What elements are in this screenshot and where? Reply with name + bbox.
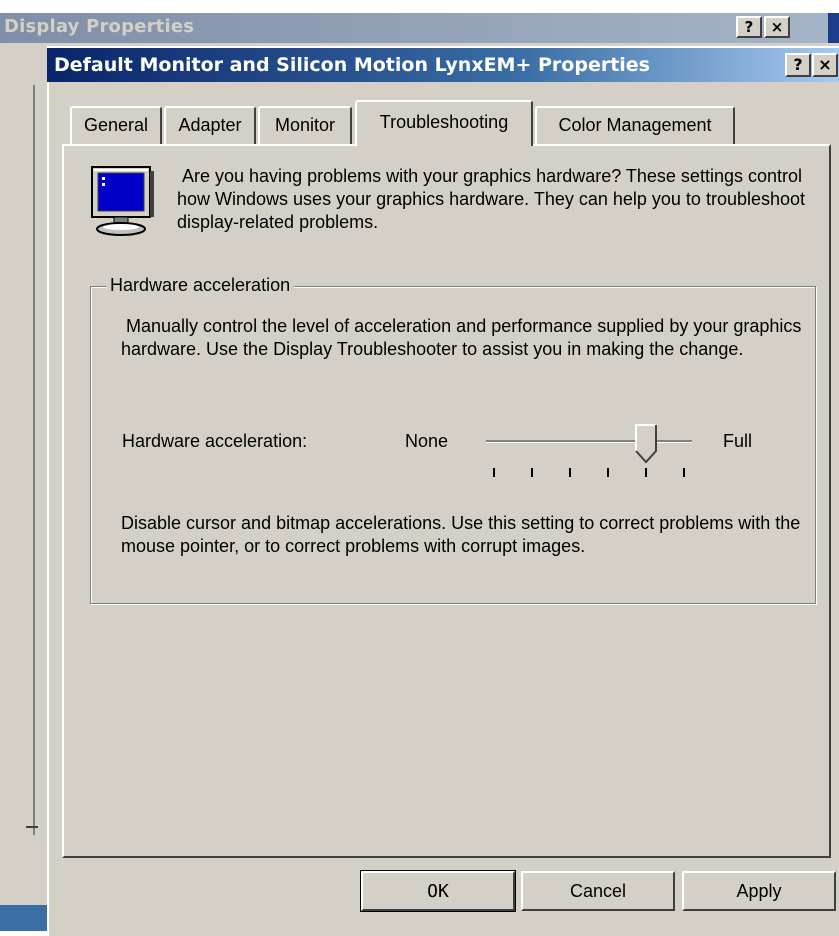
slider-tick	[531, 468, 533, 477]
close-button[interactable]: ×	[812, 53, 838, 77]
acceleration-status-text: Disable cursor and bitmap accelerations.…	[121, 513, 801, 556]
tab-monitor[interactable]: Monitor	[258, 106, 352, 144]
help-button[interactable]: ?	[785, 53, 811, 77]
tab-color-management[interactable]: Color Management	[535, 106, 735, 144]
background-close-button[interactable]: ×	[764, 16, 790, 38]
cancel-button[interactable]: Cancel	[521, 871, 675, 911]
background-tab-border	[33, 85, 35, 835]
slider-thumb[interactable]	[635, 424, 657, 464]
slider-tick	[645, 468, 647, 477]
slider-tick	[607, 468, 609, 477]
ok-button[interactable]: OK	[360, 870, 516, 912]
slider-track[interactable]	[486, 440, 692, 443]
slider-tick	[569, 468, 571, 477]
apply-button[interactable]: Apply	[682, 871, 836, 911]
slider-label: Hardware acceleration:	[122, 431, 308, 451]
acceleration-slider[interactable]	[486, 420, 692, 490]
background-divider	[26, 826, 38, 828]
dialog-title: Default Monitor and Silicon Motion LynxE…	[54, 54, 650, 76]
intro-text: Are you having problems with your graphi…	[177, 166, 806, 232]
slider-min-label: None	[405, 431, 449, 451]
acceleration-description: Manually control the level of accelerati…	[121, 316, 802, 359]
monitor-icon	[91, 166, 154, 236]
background-help-button[interactable]: ?	[736, 16, 762, 38]
slider-tick	[683, 468, 685, 477]
slider-max-label: Full	[723, 431, 753, 451]
display-properties-title: Display Properties	[4, 16, 195, 37]
group-label: Hardware acceleration	[106, 274, 295, 296]
tab-troubleshooting[interactable]: Troubleshooting	[355, 100, 533, 146]
slider-tick	[493, 468, 495, 477]
background-titlebar-edge	[828, 13, 839, 43]
tab-adapter[interactable]: Adapter	[164, 106, 256, 144]
tab-general[interactable]: General	[70, 106, 162, 144]
